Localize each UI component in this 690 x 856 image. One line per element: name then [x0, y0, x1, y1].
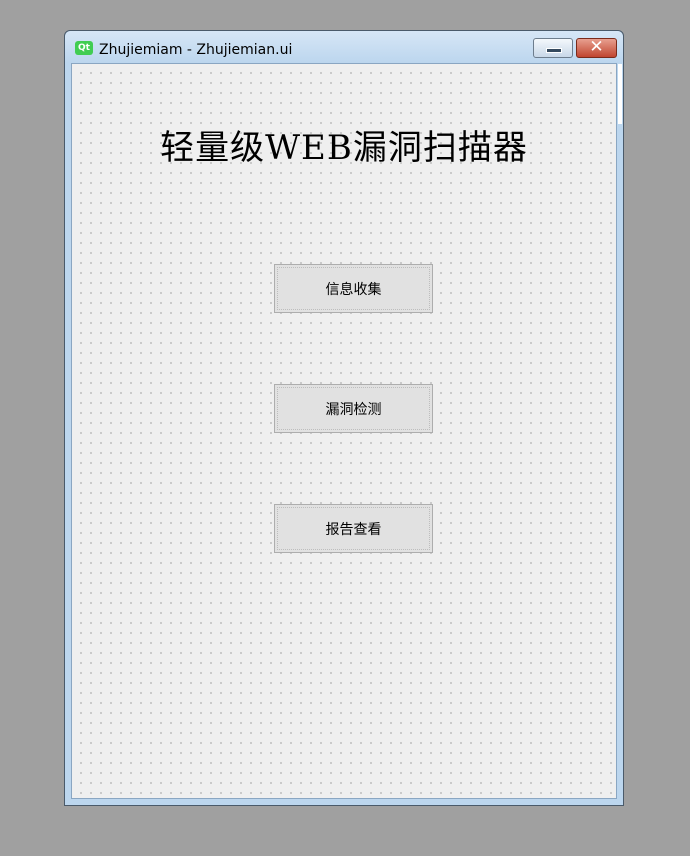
vuln-scan-button[interactable]: 漏洞检测 — [274, 384, 433, 433]
minimize-icon — [546, 48, 562, 53]
close-icon: ✕ — [589, 37, 604, 57]
designer-window: Qt Zhujiemiam - Zhujiemian.ui ✕ 轻量级WEB漏洞… — [64, 30, 624, 806]
qt-logo-icon: Qt — [75, 41, 93, 55]
app-heading: 轻量级WEB漏洞扫描器 — [160, 128, 528, 168]
info-gathering-label: 信息收集 — [325, 281, 382, 298]
report-view-button[interactable]: 报告查看 — [274, 504, 433, 553]
title-bar[interactable]: Qt Zhujiemiam - Zhujiemian.ui ✕ — [65, 31, 623, 63]
info-gathering-button[interactable]: 信息收集 — [274, 264, 433, 313]
edge-highlight — [618, 64, 622, 124]
report-view-label: 报告查看 — [325, 521, 382, 538]
form-canvas: 轻量级WEB漏洞扫描器 信息收集 漏洞检测 报告查看 — [71, 63, 622, 799]
window-title: Zhujiemiam - Zhujiemian.ui — [99, 42, 293, 58]
close-button[interactable]: ✕ — [576, 37, 617, 58]
vuln-scan-label: 漏洞检测 — [325, 401, 382, 418]
minimize-button[interactable] — [533, 38, 573, 58]
